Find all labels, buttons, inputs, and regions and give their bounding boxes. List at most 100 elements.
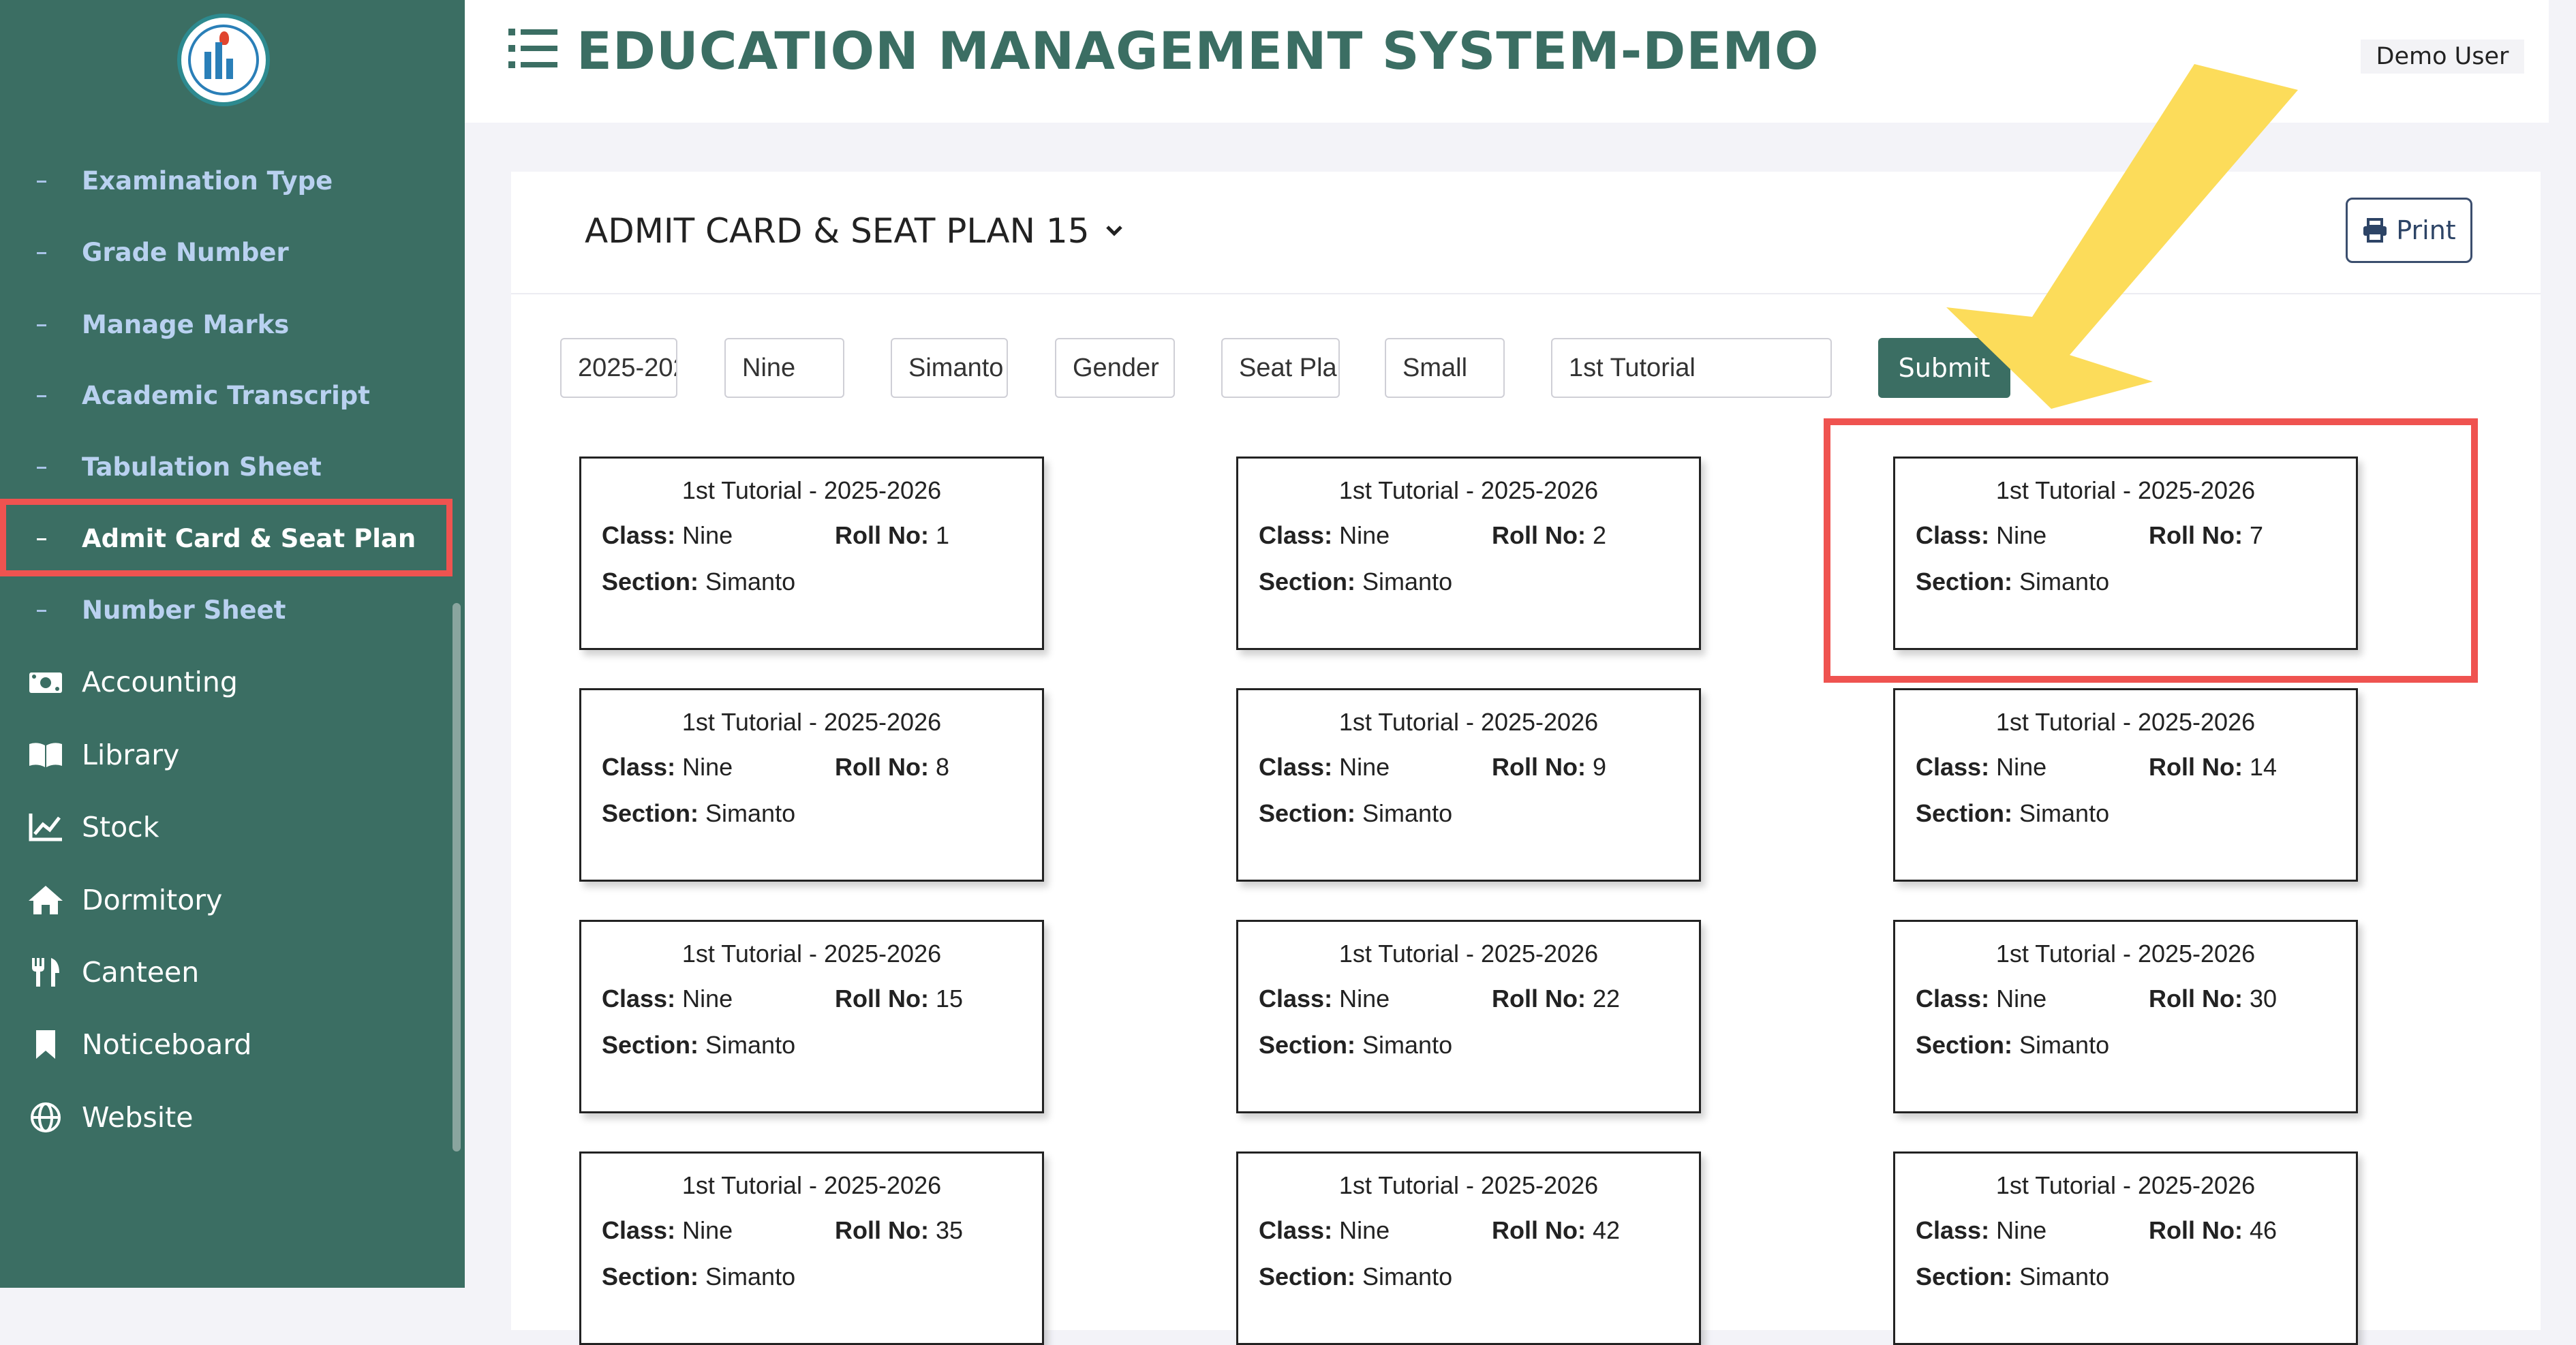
section-value: Simanto: [2019, 799, 2110, 827]
panel-header: ADMIT CARD & SEAT PLAN 15 Print: [511, 172, 2541, 294]
section-line: Section: Simanto: [1259, 1263, 1452, 1291]
roll-value: 9: [1593, 753, 1607, 781]
class-label: Class:: [1259, 753, 1333, 781]
sidebar-scrollbar[interactable]: [453, 603, 461, 1151]
admit-card[interactable]: 1st Tutorial - 2025-2026 Class: Nine Rol…: [1236, 1151, 1701, 1345]
admit-card[interactable]: 1st Tutorial - 2025-2026 Class: Nine Rol…: [1236, 457, 1701, 650]
section-value: Simanto: [1362, 1031, 1453, 1059]
sidebar-item-canteen[interactable]: Canteen: [0, 936, 450, 1008]
section-value: Simanto: [2019, 1031, 2110, 1059]
sidebar-item-noticeboard[interactable]: Noticeboard: [0, 1008, 450, 1081]
sidebar-subitem-manage-marks[interactable]: Manage Marks: [0, 289, 450, 360]
class-label: Class:: [602, 753, 676, 781]
section-label: Section:: [1259, 1263, 1356, 1290]
sidebar-subitem-label: Examination Type: [82, 166, 333, 196]
size-select[interactable]: Small: [1385, 338, 1505, 398]
sidebar-item-accounting[interactable]: Accounting: [0, 646, 450, 718]
class-label: Class:: [602, 1216, 676, 1244]
highlight-box-card: [1824, 418, 2478, 683]
sidebar-item-stock[interactable]: Stock: [0, 791, 450, 863]
class-line: Class: Nine: [1259, 985, 1390, 1013]
seat-plan-select[interactable]: Seat Plan: [1221, 338, 1340, 398]
gender-select[interactable]: Gender: [1055, 338, 1175, 398]
dash-icon: [37, 610, 46, 612]
submit-button[interactable]: Submit: [1878, 338, 2010, 398]
panel-title[interactable]: ADMIT CARD & SEAT PLAN 15: [585, 211, 1124, 251]
roll-line: Roll No: 46: [2149, 1216, 2277, 1245]
class-label: Class:: [1916, 753, 1990, 781]
sidebar-item-library[interactable]: Library: [0, 719, 450, 791]
section-line: Section: Simanto: [1259, 568, 1452, 596]
admit-card[interactable]: 1st Tutorial - 2025-2026 Class: Nine Rol…: [1893, 688, 2358, 882]
admit-card-title: 1st Tutorial - 2025-2026: [1995, 940, 2256, 968]
session-select[interactable]: 2025-2026: [560, 338, 677, 398]
class-line: Class: Nine: [1259, 1216, 1390, 1245]
chart-icon: [27, 810, 64, 844]
class-label: Class:: [1916, 1216, 1990, 1244]
class-line: Class: Nine: [1259, 753, 1390, 782]
section-line: Section: Simanto: [1259, 799, 1452, 828]
admit-card-title: 1st Tutorial - 2025-2026: [1338, 476, 1599, 504]
sidebar-item-label: Stock: [82, 811, 159, 844]
section-label: Section:: [602, 1263, 699, 1290]
admit-card-title: 1st Tutorial - 2025-2026: [681, 1171, 942, 1199]
school-logo[interactable]: [177, 14, 270, 106]
sidebar-item-label: Canteen: [82, 956, 200, 989]
admit-card[interactable]: 1st Tutorial - 2025-2026 Class: Nine Rol…: [1893, 920, 2358, 1113]
user-menu[interactable]: Demo User: [2340, 0, 2549, 123]
chevron-down-icon[interactable]: [1105, 224, 1124, 238]
sidebar-item-website[interactable]: Website: [0, 1081, 450, 1154]
sidebar-subitem-grade-number[interactable]: Grade Number: [0, 217, 450, 288]
admit-card[interactable]: 1st Tutorial - 2025-2026 Class: Nine Rol…: [579, 457, 1044, 650]
section-label: Section:: [602, 568, 699, 596]
top-header: EDUCATION MANAGEMENT SYSTEM-DEMO: [465, 0, 2340, 123]
class-label: Class:: [1259, 985, 1333, 1012]
class-value: Nine: [1996, 753, 2047, 781]
sidebar-subitem-number-sheet[interactable]: Number Sheet: [0, 574, 450, 645]
admit-card[interactable]: 1st Tutorial - 2025-2026 Class: Nine Rol…: [1893, 1151, 2358, 1345]
sidebar-subitem-examination-type[interactable]: Examination Type: [0, 145, 450, 216]
sidebar-item-dormitory[interactable]: Dormitory: [0, 864, 450, 936]
admit-card[interactable]: 1st Tutorial - 2025-2026 Class: Nine Rol…: [579, 920, 1044, 1113]
section-value: Simanto: [1362, 568, 1453, 596]
printer-icon: [2363, 218, 2387, 243]
roll-value: 22: [1593, 985, 1621, 1012]
admit-card-title: 1st Tutorial - 2025-2026: [1995, 1171, 2256, 1199]
section-value: Simanto: [705, 799, 796, 827]
dash-icon: [37, 252, 46, 254]
sidebar-item-label: Accounting: [82, 666, 238, 698]
class-line: Class: Nine: [1916, 985, 2046, 1013]
sidebar-subitem-label: Number Sheet: [82, 595, 286, 625]
menu-list-icon[interactable]: [508, 27, 557, 69]
user-name[interactable]: Demo User: [2361, 40, 2524, 74]
class-line: Class: Nine: [602, 985, 733, 1013]
admit-card[interactable]: 1st Tutorial - 2025-2026 Class: Nine Rol…: [579, 1151, 1044, 1345]
section-value: Simanto: [705, 568, 796, 596]
sidebar-subitem-label: Grade Number: [82, 237, 289, 267]
class-line: Class: Nine: [1916, 753, 2046, 782]
admit-card[interactable]: 1st Tutorial - 2025-2026 Class: Nine Rol…: [579, 688, 1044, 882]
exam-select[interactable]: 1st Tutorial: [1551, 338, 1832, 398]
class-line: Class: Nine: [602, 753, 733, 782]
home-icon: [27, 883, 64, 917]
roll-label: Roll No:: [1492, 521, 1586, 549]
admit-card[interactable]: 1st Tutorial - 2025-2026 Class: Nine Rol…: [1236, 920, 1701, 1113]
admit-card-title: 1st Tutorial - 2025-2026: [1338, 1171, 1599, 1199]
roll-label: Roll No:: [835, 521, 929, 549]
class-select[interactable]: Nine: [724, 338, 844, 398]
sidebar-subitem-tabulation-sheet[interactable]: Tabulation Sheet: [0, 431, 450, 502]
sidebar-subitem-label: Manage Marks: [82, 309, 290, 339]
section-value: Simanto: [1362, 1263, 1453, 1290]
class-value: Nine: [1339, 985, 1390, 1012]
admit-card-title: 1st Tutorial - 2025-2026: [1995, 708, 2256, 736]
admit-card[interactable]: 1st Tutorial - 2025-2026 Class: Nine Rol…: [1236, 688, 1701, 882]
section-line: Section: Simanto: [1916, 799, 2109, 828]
section-value: Simanto: [705, 1263, 796, 1290]
section-line: Section: Simanto: [602, 799, 795, 828]
section-label: Section:: [1916, 799, 2013, 827]
section-select[interactable]: Simanto: [891, 338, 1008, 398]
sidebar-subitem-academic-transcript[interactable]: Academic Transcript: [0, 360, 450, 431]
print-button[interactable]: Print: [2346, 198, 2472, 263]
roll-value: 42: [1593, 1216, 1621, 1244]
roll-label: Roll No:: [2149, 1216, 2243, 1244]
